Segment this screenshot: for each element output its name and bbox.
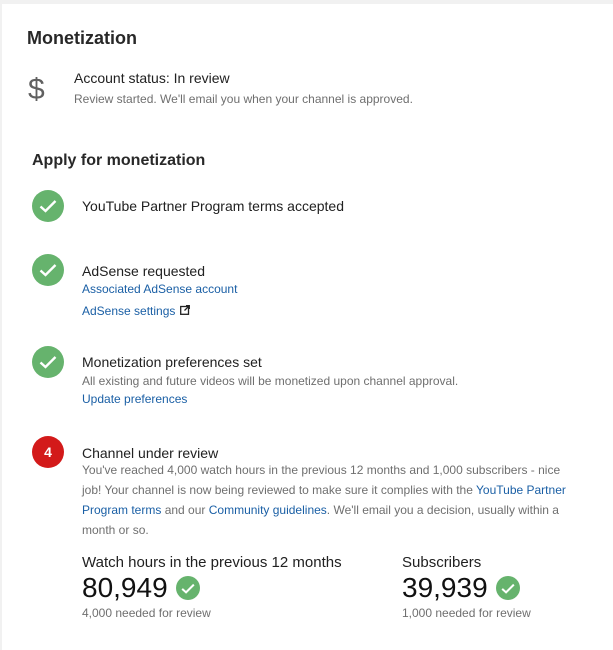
watch-hours-note: 4,000 needed for review	[82, 606, 211, 620]
check-icon	[495, 576, 520, 600]
check-icon	[175, 576, 200, 600]
apply-section-title: Apply for monetization	[32, 152, 206, 169]
account-status-detail: Review started. We'll email you when you…	[74, 92, 413, 106]
adsense-settings-link[interactable]: AdSense settings	[82, 304, 175, 318]
step-adsense-title: AdSense requested	[82, 263, 205, 279]
watch-hours-label: Watch hours in the previous 12 months	[82, 554, 342, 571]
step-number-badge: 4	[32, 436, 64, 468]
watch-hours-value-row: 80,949	[82, 572, 200, 604]
step-preferences-title: Monetization preferences set	[82, 354, 262, 370]
step-review-description: You've reached 4,000 watch hours in the …	[82, 460, 572, 540]
dollar-icon: $	[28, 73, 45, 106]
update-preferences-link[interactable]: Update preferences	[82, 392, 187, 406]
watch-hours-value: 80,949	[82, 572, 168, 603]
step-preferences-detail: All existing and future videos will be m…	[82, 374, 459, 388]
check-icon	[32, 190, 64, 222]
subscribers-value-row: 39,939	[402, 572, 520, 604]
monetization-card: Monetization $ Account status: In review…	[2, 4, 613, 650]
associated-adsense-link[interactable]: Associated AdSense account	[82, 282, 237, 296]
external-link-icon[interactable]	[180, 302, 191, 320]
subscribers-note: 1,000 needed for review	[402, 606, 531, 620]
page-title: Monetization	[27, 28, 137, 48]
step-review-title: Channel under review	[82, 445, 219, 461]
step-terms-title: YouTube Partner Program terms accepted	[82, 198, 344, 214]
subscribers-value: 39,939	[402, 572, 488, 603]
community-guidelines-link[interactable]: Community guidelines	[209, 503, 327, 517]
account-status: Account status: In review	[74, 70, 230, 86]
adsense-settings-row[interactable]: AdSense settings	[82, 302, 191, 320]
subscribers-label: Subscribers	[402, 554, 482, 571]
check-icon	[32, 346, 64, 378]
review-desc-text: and our	[161, 503, 209, 517]
check-icon	[32, 254, 64, 286]
